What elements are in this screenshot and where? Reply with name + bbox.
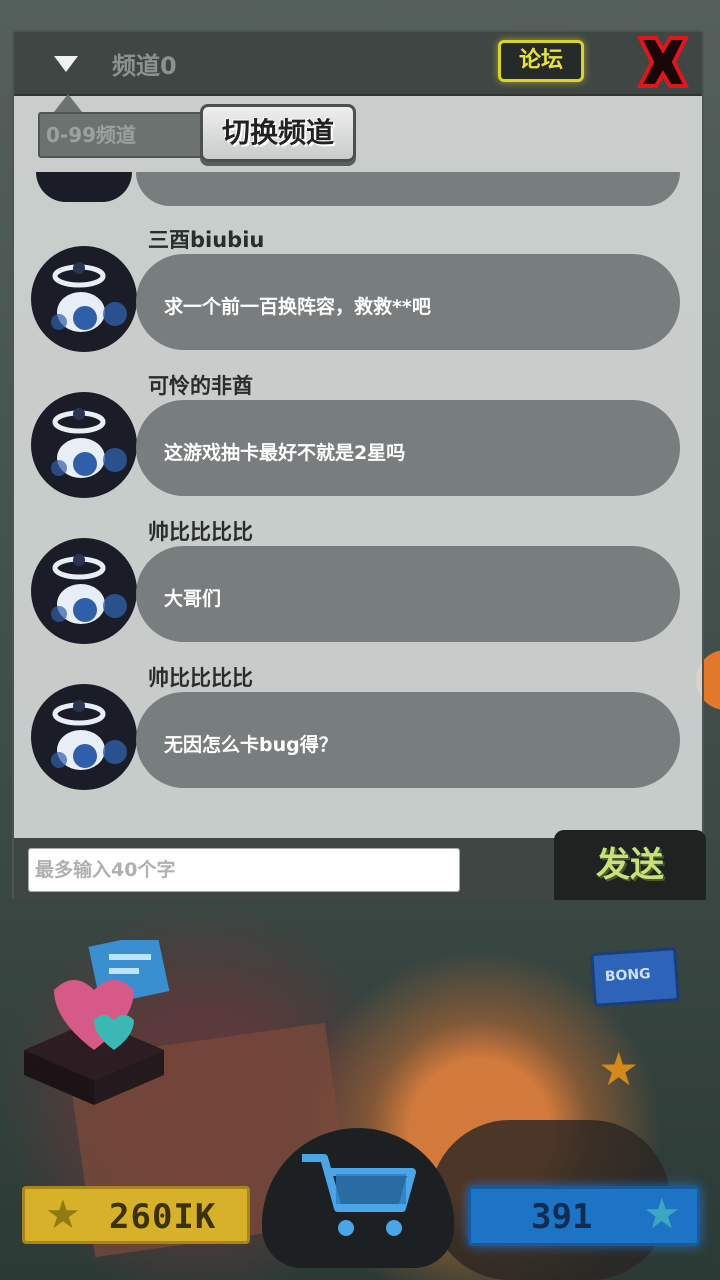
message-bubble xyxy=(136,172,680,206)
avatar[interactable] xyxy=(31,392,137,498)
chat-message: 三酉biubiu 求一个前一百换阵容，救救**吧 xyxy=(14,224,702,370)
message-text: 大哥们 xyxy=(164,588,222,610)
heart-box-icon[interactable] xyxy=(14,932,174,1110)
sender-name[interactable]: 可怜的非酋 xyxy=(148,370,253,400)
cart-icon xyxy=(302,1154,416,1236)
ticket-icon[interactable]: BONG xyxy=(590,947,680,1007)
send-button[interactable]: 发送 xyxy=(554,830,706,900)
star-icon[interactable]: ★ xyxy=(598,1046,639,1092)
coin-counter[interactable]: ★ 260IK xyxy=(22,1186,250,1244)
chat-message: 可怜的非酋 这游戏抽卡最好不就是2星吗 xyxy=(14,370,702,516)
message-text: 求一个前一百换阵容，救救**吧 xyxy=(164,296,431,318)
avatar[interactable] xyxy=(31,684,137,790)
gem-value: 391 xyxy=(531,1197,593,1237)
message-input[interactable]: 最多输入40个字 xyxy=(28,848,460,892)
avatar[interactable] xyxy=(31,538,137,644)
forum-button[interactable]: 论坛 xyxy=(498,40,584,82)
channel-tip-arrow xyxy=(54,94,82,112)
close-icon[interactable] xyxy=(634,34,692,90)
message-list[interactable]: 三酉biubiu 求一个前一百换阵容，救救**吧 可怜的非酋 这游戏抽卡最好不就… xyxy=(14,172,702,838)
chat-message: 帅比比比比 大哥们 xyxy=(14,516,702,662)
chat-panel: 频道0 论坛 0-99频道 切换频道 三酉biubiu 求一个前一百换阵容，救救… xyxy=(12,30,706,900)
sender-name[interactable]: 帅比比比比 xyxy=(148,662,253,692)
avatar[interactable] xyxy=(31,246,137,352)
chat-message: 帅比比比比 无因怎么卡bug得？ xyxy=(14,662,702,808)
channel-range-input[interactable]: 0-99频道 xyxy=(38,112,218,158)
ticket-label: BONG xyxy=(604,965,652,986)
gem-star-icon: ★ xyxy=(643,1189,681,1238)
gem-counter[interactable]: 391 ★ xyxy=(468,1186,700,1246)
chat-input-bar: 最多输入40个字 发送 xyxy=(14,830,706,900)
shop-button[interactable] xyxy=(262,1128,454,1268)
message-text: 无因怎么卡bug得？ xyxy=(164,734,338,756)
channel-dropdown-icon[interactable] xyxy=(54,56,78,72)
message-text: 这游戏抽卡最好不就是2星吗 xyxy=(164,442,406,464)
chat-header: 频道0 论坛 xyxy=(14,32,702,96)
channel-name[interactable]: 频道0 xyxy=(112,46,177,81)
switch-channel-button[interactable]: 切换频道 xyxy=(200,104,356,162)
avatar xyxy=(36,172,132,202)
sender-name[interactable]: 帅比比比比 xyxy=(148,516,253,546)
coin-star-icon: ★ xyxy=(45,1192,81,1238)
coin-value: 260IK xyxy=(109,1197,217,1237)
sender-name[interactable]: 三酉biubiu xyxy=(148,224,264,254)
